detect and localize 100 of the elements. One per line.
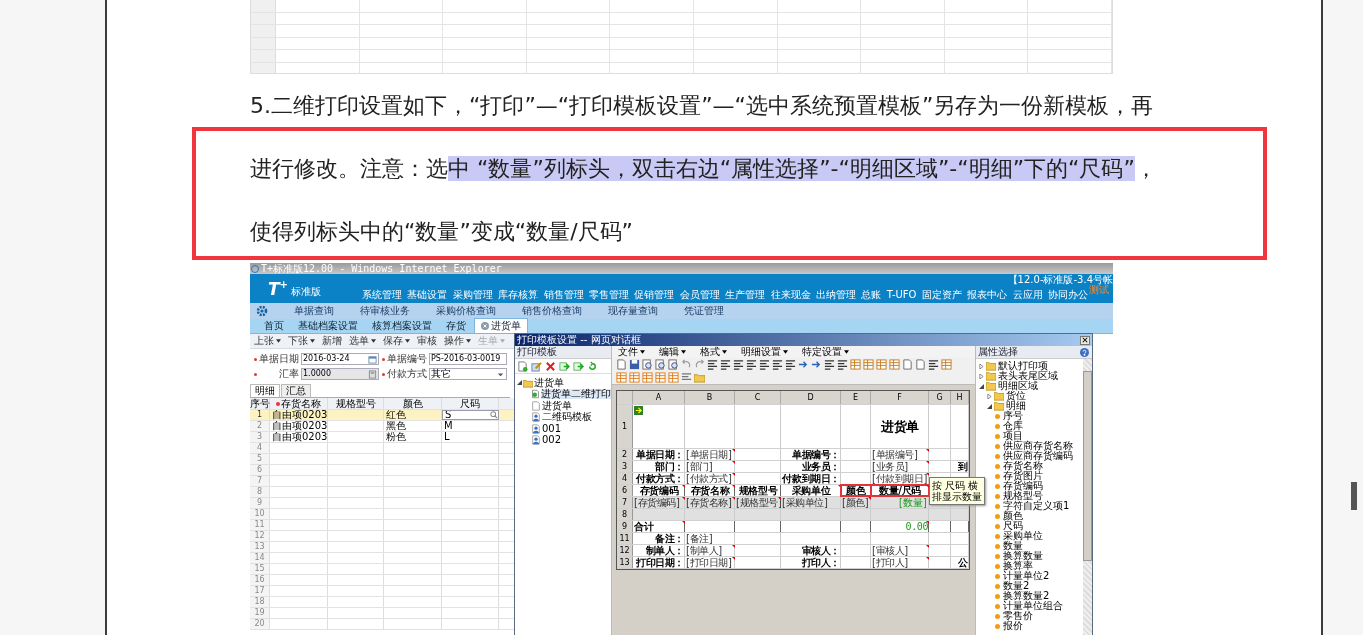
grid-icon[interactable] bbox=[876, 359, 887, 370]
undo-icon[interactable] bbox=[681, 359, 692, 370]
tree-item[interactable]: 项目 bbox=[1003, 431, 1023, 441]
nav-item[interactable]: 协同办公 bbox=[1048, 290, 1088, 300]
menu-item[interactable]: 编辑 bbox=[659, 347, 686, 357]
align-icon[interactable] bbox=[928, 359, 939, 370]
arrow-icon[interactable] bbox=[559, 361, 570, 372]
expand-icon[interactable] bbox=[979, 373, 984, 379]
subnav-link[interactable]: 销售价格查询 bbox=[522, 306, 582, 316]
collapse-icon[interactable] bbox=[987, 403, 992, 409]
menu-item[interactable]: 格式 bbox=[700, 347, 727, 357]
grid-icon[interactable] bbox=[863, 359, 874, 370]
tree-item[interactable]: 计量单位组合 bbox=[1003, 601, 1063, 611]
tree-item[interactable]: 货位 bbox=[1006, 391, 1026, 401]
tree-item[interactable]: 明细区域 bbox=[998, 381, 1038, 391]
tree-item[interactable]: 002 bbox=[542, 435, 562, 446]
tree-item[interactable]: 进货单 bbox=[542, 400, 572, 411]
tree-item[interactable]: 颜色 bbox=[1003, 511, 1023, 521]
tree-item[interactable]: 001 bbox=[542, 423, 562, 434]
align-icon[interactable] bbox=[785, 359, 796, 370]
tree-item[interactable]: 字符自定义项1 bbox=[1003, 501, 1070, 511]
nav-item[interactable]: 采购管理 bbox=[452, 290, 493, 300]
search-icon[interactable] bbox=[668, 359, 679, 370]
grid-icon[interactable] bbox=[642, 372, 653, 383]
tree-item[interactable]: 存货名称 bbox=[1003, 461, 1043, 471]
expand-icon[interactable] bbox=[979, 363, 984, 369]
tree-item[interactable]: 换算率 bbox=[1003, 561, 1033, 571]
tab[interactable]: 汇总 bbox=[281, 384, 311, 397]
input-field[interactable]: PS-2016-03-0019 bbox=[429, 353, 507, 365]
close-button[interactable] bbox=[1080, 335, 1090, 345]
nav-item[interactable]: 往来现金 bbox=[770, 290, 811, 300]
input-field[interactable]: 2016-03-24 bbox=[301, 353, 379, 365]
edit-icon[interactable] bbox=[531, 361, 542, 372]
tree-item[interactable]: 计量单位2 bbox=[1003, 571, 1050, 581]
align-icon[interactable] bbox=[772, 359, 783, 370]
grid-icon[interactable] bbox=[629, 372, 640, 383]
save-icon[interactable] bbox=[629, 359, 640, 370]
tree-item[interactable]: 仓库 bbox=[1003, 421, 1023, 431]
arrow-icon[interactable] bbox=[798, 359, 809, 370]
tree-item[interactable]: 供应商存货名称 bbox=[1003, 441, 1073, 451]
nav-item[interactable]: 报表中心 bbox=[967, 290, 1008, 300]
tree-item[interactable]: 数量2 bbox=[1003, 581, 1030, 591]
nav-item[interactable]: T-UFO bbox=[886, 290, 917, 300]
align-icon[interactable] bbox=[733, 359, 744, 370]
subnav-link[interactable]: 单据查询 bbox=[294, 306, 334, 316]
tree-item[interactable]: 进货单二维打印 bbox=[541, 389, 611, 400]
tree-item[interactable]: 报价 bbox=[1003, 621, 1023, 631]
nav-item[interactable]: 出纳管理 bbox=[815, 290, 856, 300]
nav-item[interactable]: 生产管理 bbox=[725, 290, 766, 300]
align-icon[interactable] bbox=[824, 359, 835, 370]
tab[interactable]: 核算档案设置 bbox=[366, 319, 438, 333]
tree-item[interactable]: 换算数量2 bbox=[1003, 591, 1050, 601]
subnav-link[interactable]: 现存量查询 bbox=[608, 306, 658, 316]
tab[interactable]: 首页 bbox=[258, 319, 290, 333]
delete-icon[interactable] bbox=[545, 361, 556, 372]
nav-item[interactable]: 库存核算 bbox=[498, 290, 539, 300]
menu-item[interactable]: 文件 bbox=[618, 347, 645, 357]
toolbar-button[interactable]: 下张 bbox=[288, 336, 315, 346]
nav-item[interactable]: 系统管理 bbox=[362, 290, 402, 300]
tab[interactable]: 进货单 bbox=[474, 318, 528, 333]
help-icon[interactable] bbox=[1080, 347, 1089, 357]
toolbar-button[interactable]: 审核 bbox=[417, 336, 437, 346]
subnav-link[interactable]: 凭证管理 bbox=[684, 306, 724, 316]
search-icon[interactable] bbox=[655, 359, 666, 370]
nav-item[interactable]: 云应用 bbox=[1012, 290, 1043, 300]
toolbar-button[interactable]: 新增 bbox=[322, 336, 342, 346]
calendar-icon[interactable] bbox=[368, 354, 377, 364]
toolbar-button[interactable]: 保存 bbox=[383, 336, 410, 346]
tree-item[interactable]: 二维码模板 bbox=[542, 412, 592, 423]
tree-item[interactable]: 序号 bbox=[1003, 411, 1023, 421]
grid-icon[interactable] bbox=[668, 372, 679, 383]
nav-item[interactable]: 总账 bbox=[861, 290, 882, 300]
arrow-icon[interactable] bbox=[811, 359, 822, 370]
align-icon[interactable] bbox=[720, 359, 731, 370]
arrow-icon[interactable] bbox=[573, 361, 584, 372]
grid-icon[interactable] bbox=[889, 359, 900, 370]
new-page-icon[interactable] bbox=[517, 361, 528, 372]
nav-item[interactable]: 固定资产 bbox=[921, 290, 962, 300]
grid-icon[interactable] bbox=[616, 372, 627, 383]
tab[interactable]: 基础档案设置 bbox=[292, 319, 364, 333]
tree-item[interactable]: 零售价 bbox=[1003, 611, 1033, 621]
input-field[interactable]: 其它 bbox=[429, 368, 507, 380]
grid-icon[interactable] bbox=[655, 372, 666, 383]
align-icon[interactable] bbox=[837, 359, 848, 370]
tab[interactable]: 明细 bbox=[250, 384, 280, 397]
tree-item[interactable]: 供应商存货编码 bbox=[1003, 451, 1073, 461]
tab[interactable]: 存货 bbox=[440, 319, 472, 333]
tree-item[interactable]: 规格型号 bbox=[1003, 491, 1043, 501]
tree-item[interactable]: 换算数量 bbox=[1003, 551, 1043, 561]
settings-icon[interactable] bbox=[256, 305, 268, 317]
align-icon[interactable] bbox=[707, 359, 718, 370]
tree-item[interactable]: 进货单 bbox=[534, 377, 564, 388]
tree-item[interactable]: 尺码 bbox=[1003, 521, 1023, 531]
scrollbar[interactable] bbox=[1083, 359, 1092, 635]
nav-item[interactable]: 销售管理 bbox=[543, 290, 584, 300]
subnav-link[interactable]: 待审核业务 bbox=[360, 306, 410, 316]
search-icon[interactable] bbox=[642, 359, 653, 370]
align-icon[interactable] bbox=[746, 359, 757, 370]
toolbar-button[interactable]: 上张 bbox=[254, 336, 281, 346]
subnav-link[interactable]: 采购价格查询 bbox=[436, 306, 496, 316]
